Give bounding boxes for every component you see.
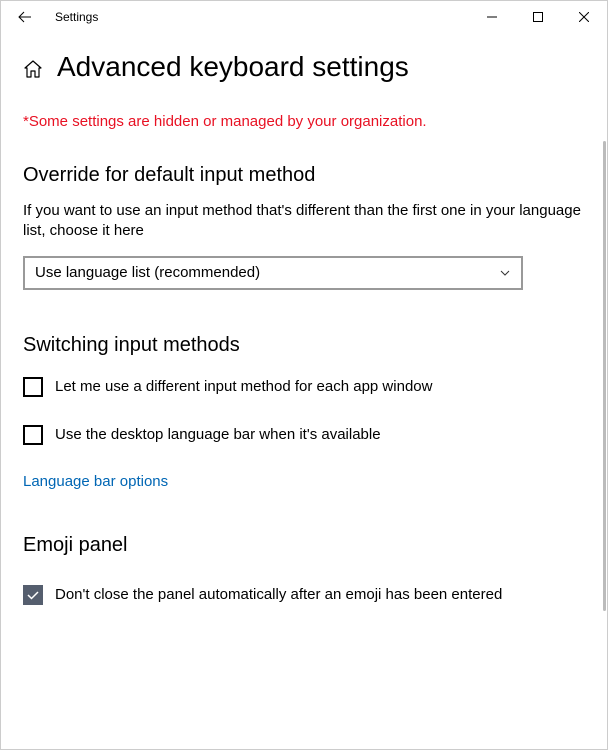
close-button[interactable] — [561, 1, 607, 33]
checkbox-row-per-app: Let me use a different input method for … — [23, 377, 585, 397]
emoji-heading: Emoji panel — [23, 534, 585, 557]
language-bar-options-link[interactable]: Language bar options — [23, 473, 168, 490]
back-button[interactable] — [9, 1, 41, 33]
maximize-icon — [533, 12, 543, 22]
arrow-left-icon — [17, 9, 33, 25]
app-title: Settings — [55, 10, 98, 24]
checkbox-row-language-bar: Use the desktop language bar when it's a… — [23, 425, 585, 445]
page-header: Advanced keyboard settings — [23, 51, 585, 83]
content-area: Advanced keyboard settings *Some setting… — [1, 33, 607, 605]
emoji-panel-label: Don't close the panel automatically afte… — [55, 585, 502, 605]
checkmark-icon — [26, 588, 40, 602]
per-app-label: Let me use a different input method for … — [55, 377, 432, 397]
minimize-button[interactable] — [469, 1, 515, 33]
home-icon[interactable] — [23, 59, 43, 79]
override-description: If you want to use an input method that'… — [23, 201, 585, 242]
chevron-down-icon — [499, 267, 511, 279]
language-bar-checkbox[interactable] — [23, 425, 43, 445]
org-warning: *Some settings are hidden or managed by … — [23, 113, 585, 130]
emoji-panel-checkbox[interactable] — [23, 585, 43, 605]
per-app-checkbox[interactable] — [23, 377, 43, 397]
window-controls — [469, 1, 607, 33]
override-heading: Override for default input method — [23, 164, 585, 187]
input-method-dropdown[interactable]: Use language list (recommended) — [23, 256, 523, 290]
page-title: Advanced keyboard settings — [57, 51, 409, 83]
close-icon — [579, 12, 589, 22]
maximize-button[interactable] — [515, 1, 561, 33]
dropdown-value: Use language list (recommended) — [35, 264, 260, 281]
titlebar: Settings — [1, 1, 607, 33]
language-bar-label: Use the desktop language bar when it's a… — [55, 425, 381, 445]
minimize-icon — [487, 12, 497, 22]
scrollbar[interactable] — [603, 141, 606, 611]
checkbox-row-emoji: Don't close the panel automatically afte… — [23, 585, 585, 605]
switching-heading: Switching input methods — [23, 334, 585, 357]
